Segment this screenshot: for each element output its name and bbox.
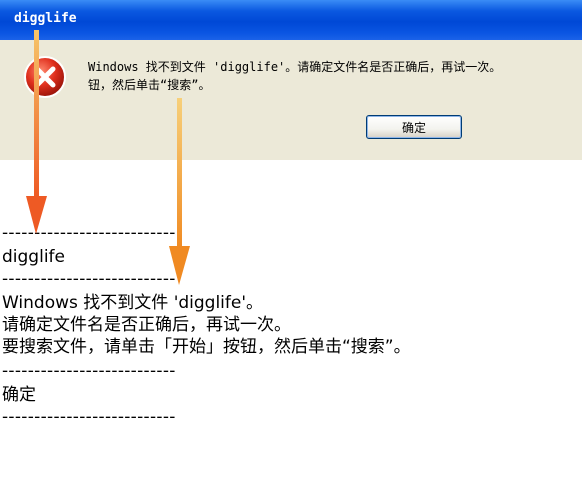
ok-button[interactable]: 确定 — [366, 115, 462, 139]
separator-line: --------------------------- — [2, 269, 176, 289]
separator-line: --------------------------- — [2, 361, 176, 381]
dialog-message-line-2: 钮，然后单击“搜索”。 — [88, 78, 211, 92]
copied-message-line: 请确定文件名是否正确后，再试一次。 — [2, 315, 291, 335]
dialog-message: Windows 找不到文件 'digglife'。请确定文件名是否正确后，再试一… — [88, 58, 501, 94]
dialog-titlebar[interactable]: digglife — [0, 0, 582, 40]
copied-button-label: 确定 — [2, 385, 36, 405]
separator-line: --------------------------- — [2, 407, 176, 427]
copied-message-line: Windows 找不到文件 'digglife'。 — [2, 293, 264, 313]
error-x-icon — [24, 56, 66, 98]
copied-title: digglife — [2, 247, 65, 267]
copied-message-line: 要搜索文件，请单击「开始」按钮，然后单击“搜索”。 — [2, 337, 411, 357]
dialog-title: digglife — [14, 11, 77, 26]
dialog-message-line-1: Windows 找不到文件 'digglife'。请确定文件名是否正确后，再试一… — [88, 60, 502, 74]
error-dialog: digglife Windows 找不到文件 'digglife'。请确定文件名… — [0, 0, 582, 160]
separator-line: --------------------------- — [2, 223, 176, 243]
